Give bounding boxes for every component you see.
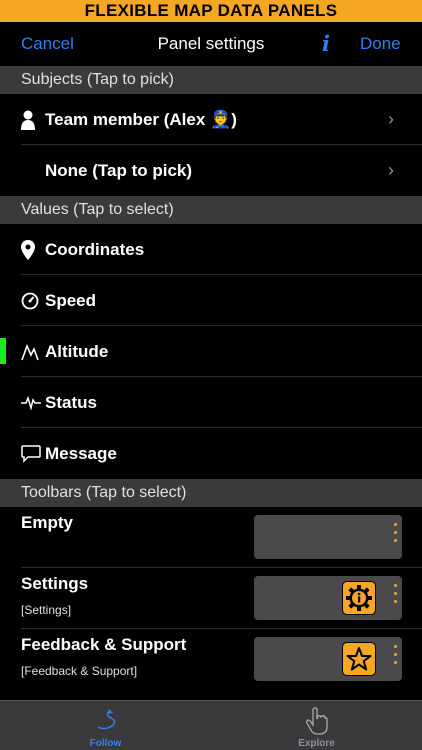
toolbar-subtitle: [Settings] [21,603,72,617]
toolbar-preview [254,576,402,620]
star-icon [342,642,376,676]
cancel-button[interactable]: Cancel [21,34,74,54]
toolbar-title: Empty [21,513,73,532]
value-row-coordinates[interactable]: Coordinates [0,224,422,275]
value-label: Speed [45,290,97,310]
location-pin-icon [21,239,45,260]
follow-path-icon [0,707,211,735]
tab-explore[interactable]: Explore [211,701,422,750]
toolbar-preview [254,637,402,681]
banner-text: FLEXIBLE MAP DATA PANELS [84,1,338,20]
section-header-subjects: Subjects (Tap to pick) [0,66,422,94]
pulse-icon [21,395,45,410]
value-row-status[interactable]: Status [0,377,422,428]
subject-label: Team member (Alex 👮) [45,109,237,129]
value-label: Coordinates [45,239,145,259]
value-row-message[interactable]: Message [0,428,422,479]
tab-follow[interactable]: Follow [0,701,211,750]
navigation-bar: Cancel Panel settings i Done [0,22,422,66]
more-dots-icon [394,645,397,664]
subject-row-none[interactable]: None (Tap to pick) › [0,145,422,196]
info-button[interactable]: i [322,31,330,56]
more-dots-icon [394,584,397,603]
value-label: Altitude [45,341,109,361]
value-label: Status [45,392,97,412]
speedometer-icon [21,292,45,310]
mountain-icon [21,343,45,361]
toolbar-subtitle: [Feedback & Support] [21,664,138,678]
more-dots-icon [394,523,397,542]
chevron-right-icon: › [388,109,394,129]
value-row-altitude[interactable]: Altitude [0,326,422,377]
toolbar-title: Settings [21,574,89,593]
toolbar-title: Feedback & Support [21,635,187,654]
subject-row-team-member[interactable]: Team member (Alex 👮) › [0,94,422,145]
speech-bubble-icon [21,444,45,463]
done-button[interactable]: Done [360,34,401,54]
section-header-toolbars: Toolbars (Tap to select) [0,479,422,507]
subject-label: None (Tap to pick) [45,160,193,180]
toolbar-preview [254,515,402,559]
toolbar-row-empty[interactable]: Empty [0,507,422,568]
toolbar-row-settings[interactable]: Settings [Settings] [0,568,422,629]
tab-bar: Follow Explore [0,700,422,750]
chevron-right-icon: › [388,160,394,180]
value-label: Message [45,443,117,463]
tab-label: Explore [298,738,335,749]
toolbar-row-feedback[interactable]: Feedback & Support [Feedback & Support] [0,629,422,690]
hand-pointer-icon [211,707,422,735]
value-row-speed[interactable]: Speed [0,275,422,326]
person-icon [21,110,45,130]
section-header-values: Values (Tap to select) [0,196,422,224]
tab-label: Follow [89,738,122,749]
gear-info-icon [342,581,376,615]
promo-banner: FLEXIBLE MAP DATA PANELS [0,0,422,22]
